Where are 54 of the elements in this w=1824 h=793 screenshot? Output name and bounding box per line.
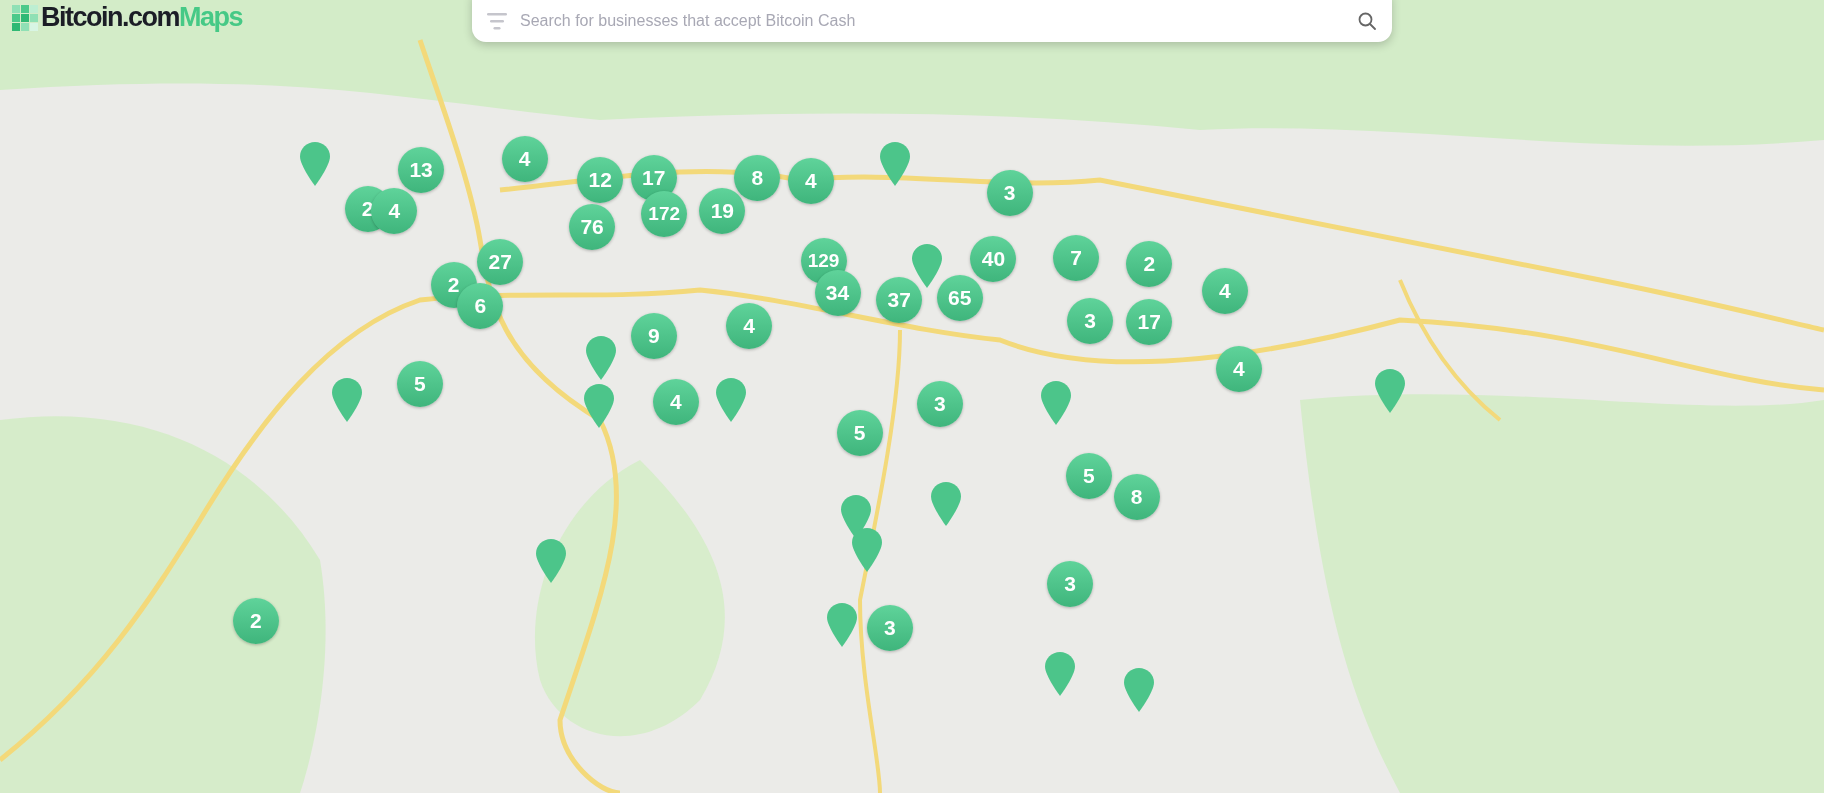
cluster-marker[interactable]: 13 [398, 146, 445, 193]
cluster-marker[interactable]: 4 [787, 158, 834, 205]
cluster-marker[interactable]: 5 [396, 360, 443, 407]
map-pin-icon[interactable] [851, 528, 882, 573]
map-pin-icon[interactable] [1375, 368, 1406, 413]
cluster-marker[interactable]: 4 [652, 379, 699, 426]
map-pin-icon[interactable] [586, 336, 617, 381]
cluster-marker[interactable]: 4 [1201, 267, 1248, 314]
cluster-marker[interactable]: 9 [630, 313, 677, 360]
cluster-marker[interactable]: 3 [986, 170, 1033, 217]
cluster-marker[interactable]: 4 [726, 302, 773, 349]
cluster-marker[interactable]: 8 [734, 154, 781, 201]
cluster-marker[interactable]: 8 [1113, 473, 1160, 520]
map-pin-icon[interactable] [841, 494, 872, 539]
cluster-marker[interactable]: 7 [1053, 235, 1099, 282]
map-pin-icon[interactable] [1041, 380, 1072, 425]
map-pin-icon[interactable] [584, 384, 615, 429]
cluster-marker[interactable]: 40 [970, 236, 1017, 283]
cluster-marker[interactable]: 3 [1066, 298, 1113, 345]
cluster-marker[interactable]: 4 [371, 187, 418, 234]
cluster-marker[interactable]: 5 [1065, 452, 1112, 499]
search-field[interactable]: Search for businesses that accept Bitcoin Cash [518, 8, 1348, 34]
map-pin-icon[interactable] [930, 481, 961, 526]
map-pin-icon[interactable] [879, 142, 910, 187]
cluster-marker[interactable]: 17 [1126, 299, 1173, 346]
map-pin-icon[interactable] [827, 602, 858, 647]
map-pin-icon[interactable] [715, 378, 746, 423]
map-pin-icon[interactable] [536, 538, 567, 583]
logo-text: Bitcoin.comMaps [41, 4, 243, 31]
cluster-marker[interactable]: 4 [501, 136, 548, 183]
cluster-marker[interactable]: 172 [641, 191, 688, 238]
search-bar[interactable]: Search for businesses that accept Bitcoin Cash [472, 0, 1392, 42]
cluster-marker[interactable]: 3 [866, 605, 913, 652]
cluster-marker[interactable]: 65 [936, 274, 983, 321]
cluster-marker[interactable]: 76 [569, 203, 616, 250]
cluster-marker[interactable]: 12 [577, 157, 624, 204]
search-icon[interactable] [1358, 12, 1376, 30]
map-pin-icon[interactable] [300, 142, 331, 187]
map-pin-icon[interactable] [331, 378, 362, 423]
cluster-marker[interactable]: 27 [477, 238, 524, 285]
cluster-marker[interactable]: 3 [916, 380, 963, 427]
cluster-marker[interactable]: 19 [699, 187, 746, 234]
map-pin-icon[interactable] [1123, 667, 1154, 712]
cluster-marker[interactable]: 34 [814, 270, 861, 317]
cluster-marker[interactable]: 2 [1126, 241, 1173, 288]
cluster-marker[interactable]: 17 [630, 154, 677, 201]
cluster-marker[interactable]: 5 [836, 409, 883, 456]
cluster-marker[interactable]: 3 [1047, 560, 1094, 607]
filter-icon[interactable] [486, 11, 508, 31]
map-pin-icon[interactable] [912, 244, 943, 289]
cluster-marker[interactable]: 4 [1215, 345, 1262, 392]
logo-icon [12, 4, 38, 31]
cluster-marker[interactable]: 37 [876, 277, 923, 324]
map-pin-icon[interactable] [1044, 651, 1075, 696]
